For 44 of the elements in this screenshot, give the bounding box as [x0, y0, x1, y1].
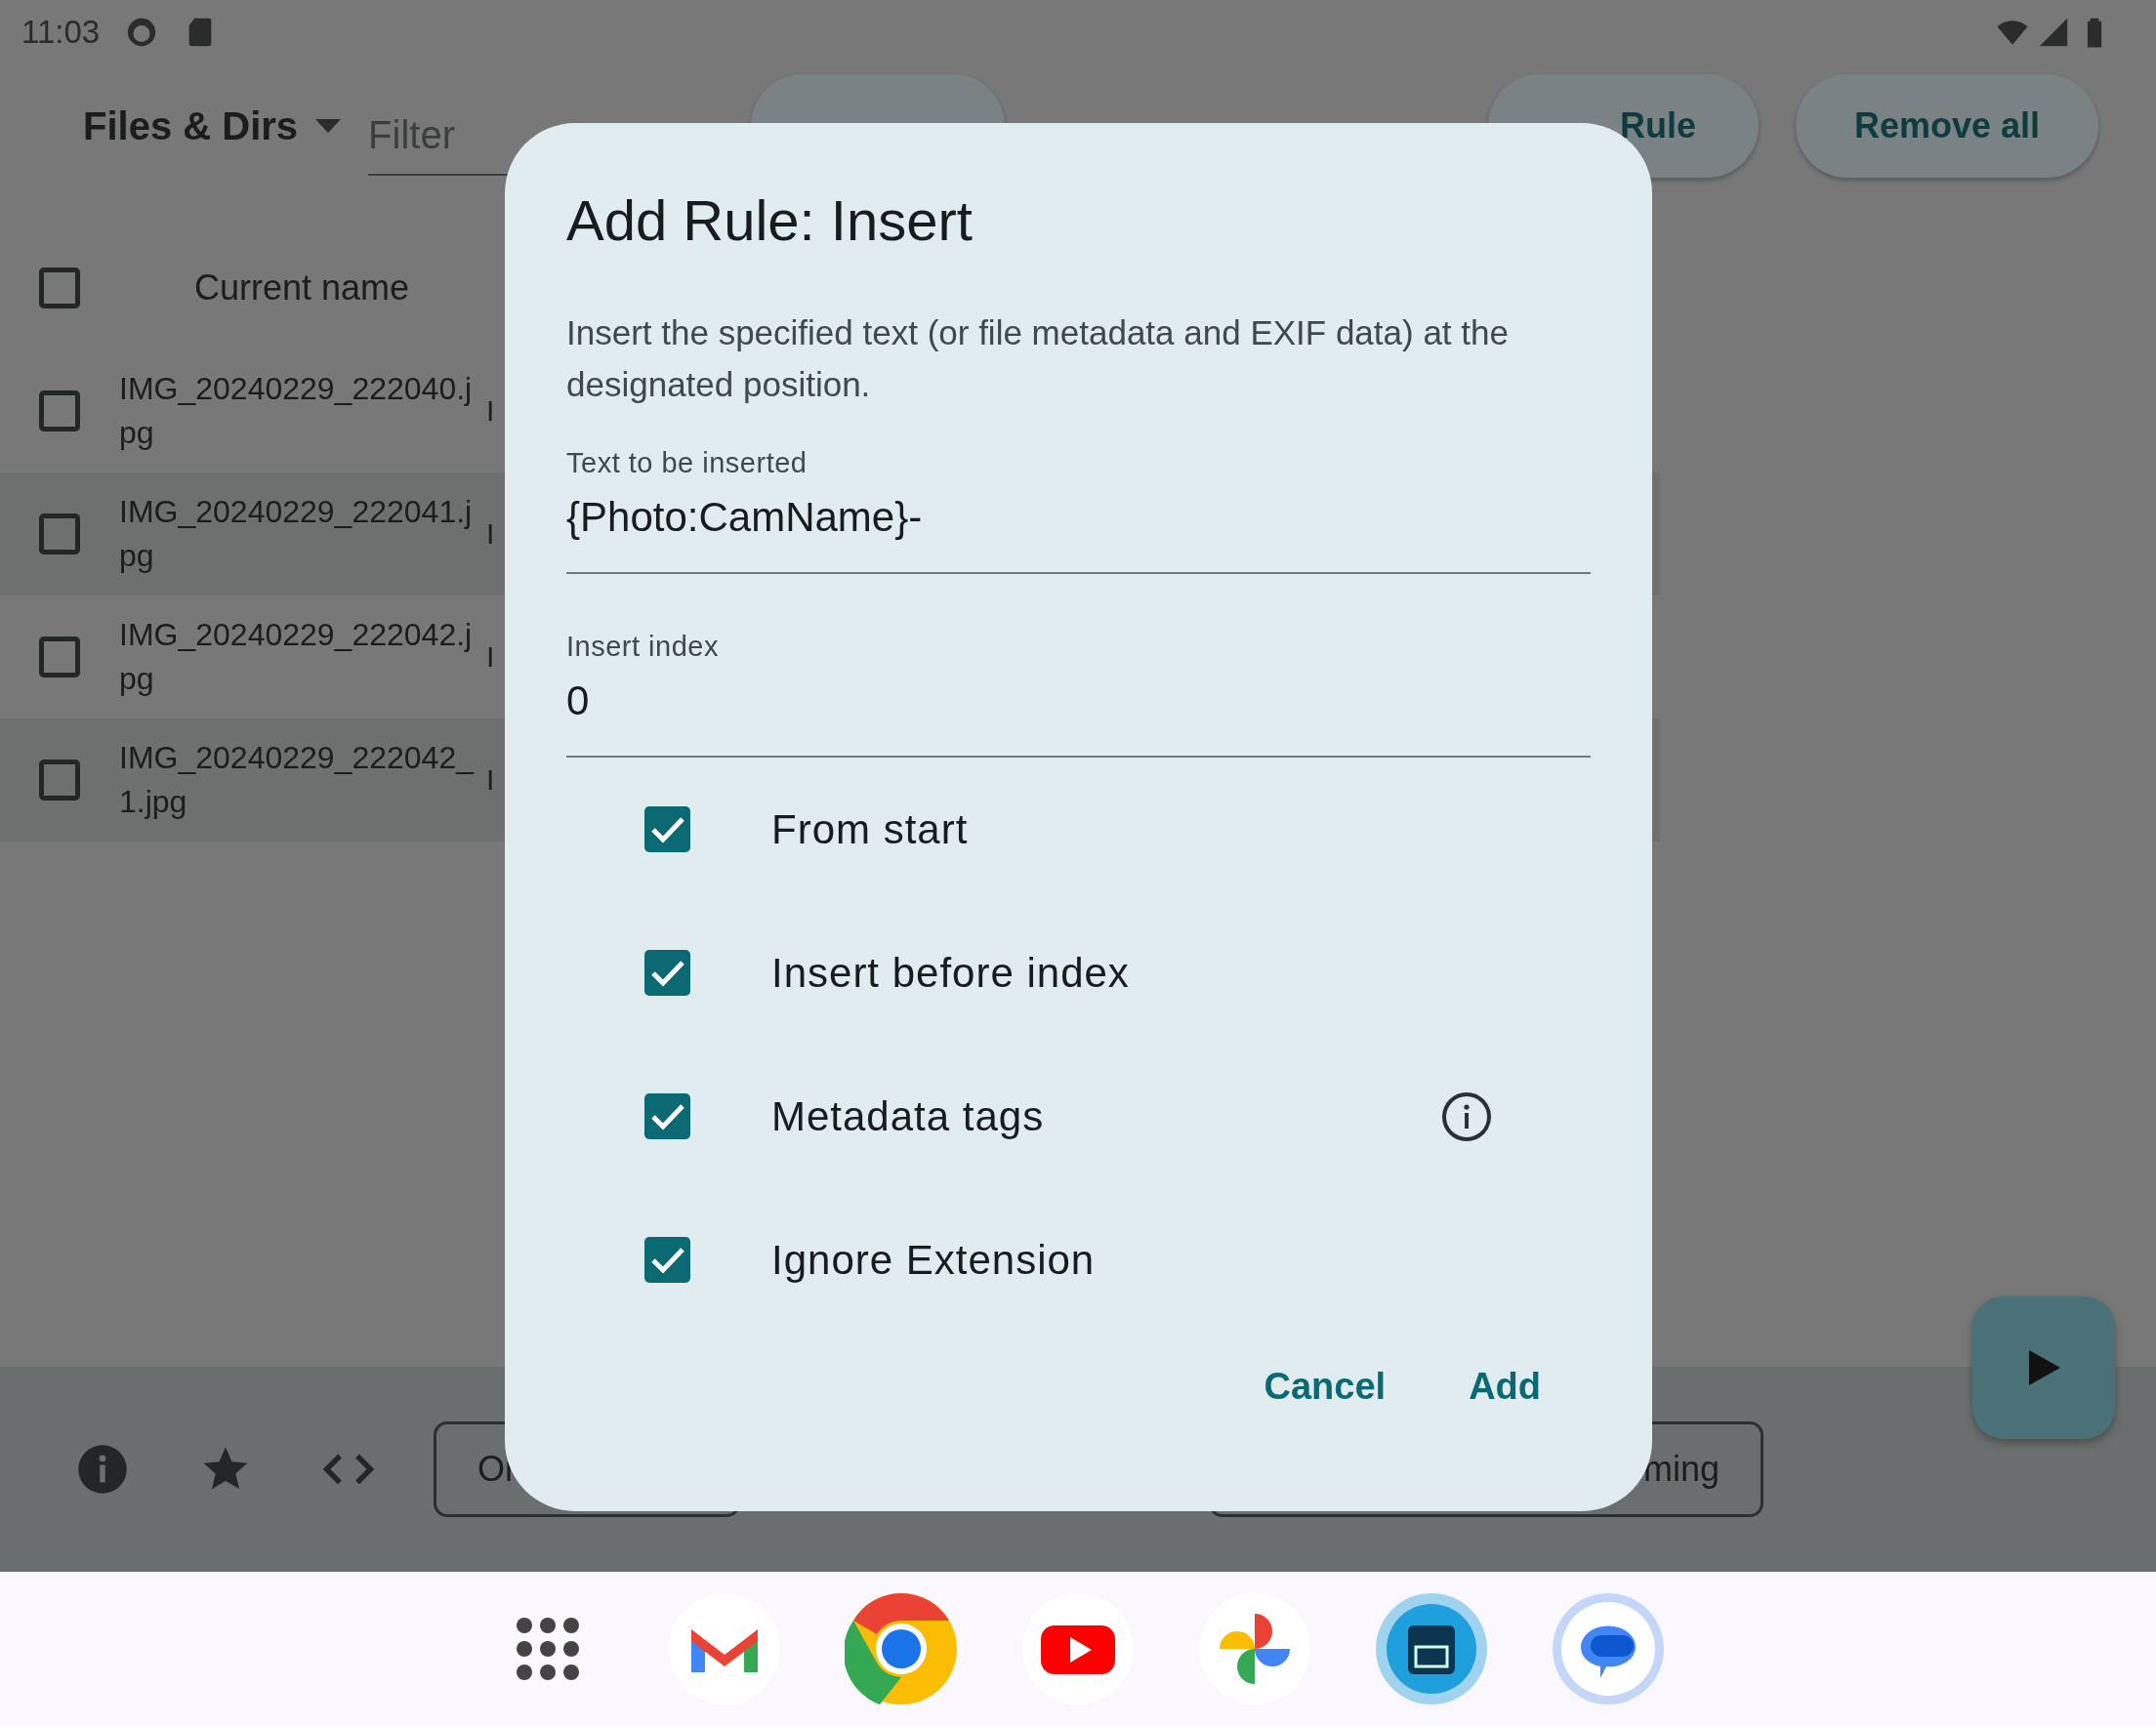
play-icon	[2027, 1350, 2060, 1385]
mail-app-icon[interactable]	[668, 1592, 781, 1705]
chat-bubble-icon[interactable]	[1552, 1592, 1665, 1705]
checkbox[interactable]	[39, 637, 80, 678]
status-time: 11:03	[21, 14, 101, 51]
source-dropdown[interactable]: Files & Dirs	[83, 103, 342, 148]
column-header: Current name	[194, 267, 410, 308]
checkbox[interactable]	[39, 514, 80, 555]
file-name: IMG_20240229_222040.jpg	[119, 370, 474, 452]
dialog-button[interactable]: Cancel	[1244, 1347, 1406, 1425]
option-label: From start	[771, 805, 970, 853]
text-field[interactable]: 0	[566, 674, 1591, 758]
run-button[interactable]	[1972, 1296, 2115, 1439]
option-label: Metadata tags	[771, 1092, 1046, 1140]
checkbox[interactable]	[644, 806, 690, 852]
checkbox[interactable]	[644, 950, 690, 996]
pinwheel-icon[interactable]	[1198, 1592, 1311, 1705]
file-name: IMG_20240229_222042.jpg	[119, 616, 474, 698]
checkbox[interactable]	[644, 1237, 690, 1283]
checkbox[interactable]	[39, 390, 80, 432]
field-label: Insert index	[566, 630, 720, 664]
archive-app-icon[interactable]	[1375, 1592, 1488, 1705]
dialog-button[interactable]: Add	[1449, 1347, 1560, 1425]
browser-app-icon[interactable]	[845, 1592, 958, 1705]
checkbox[interactable]	[644, 1093, 690, 1139]
table-cell: I	[486, 394, 495, 428]
option-label: Ignore Extension	[771, 1236, 1097, 1284]
text-field[interactable]: {Photo:CamName}-	[566, 490, 1591, 574]
info-icon[interactable]	[1441, 1090, 1492, 1142]
checkbox[interactable]	[39, 760, 80, 801]
file-name: IMG_20240229_222042_1.jpg	[119, 739, 476, 821]
table-cell: I	[486, 763, 495, 797]
toolbar-button[interactable]: Remove all	[1796, 74, 2099, 178]
dialog-description: Insert the specified text (or file metadata and EXIF data) at the designated position.	[566, 312, 1510, 405]
option-label: Insert before index	[771, 949, 1131, 997]
field-label: Text to be inserted	[566, 446, 808, 480]
caret-icon	[315, 119, 342, 133]
file-name: IMG_20240229_222041.jpg	[119, 493, 474, 575]
table-cell: I	[486, 517, 495, 551]
signal-icon	[2037, 16, 2070, 49]
dialog-title: Add Rule: Insert	[566, 187, 974, 254]
video-app-icon[interactable]	[1021, 1592, 1135, 1705]
checkbox[interactable]	[39, 267, 80, 308]
table-cell: I	[486, 640, 495, 674]
